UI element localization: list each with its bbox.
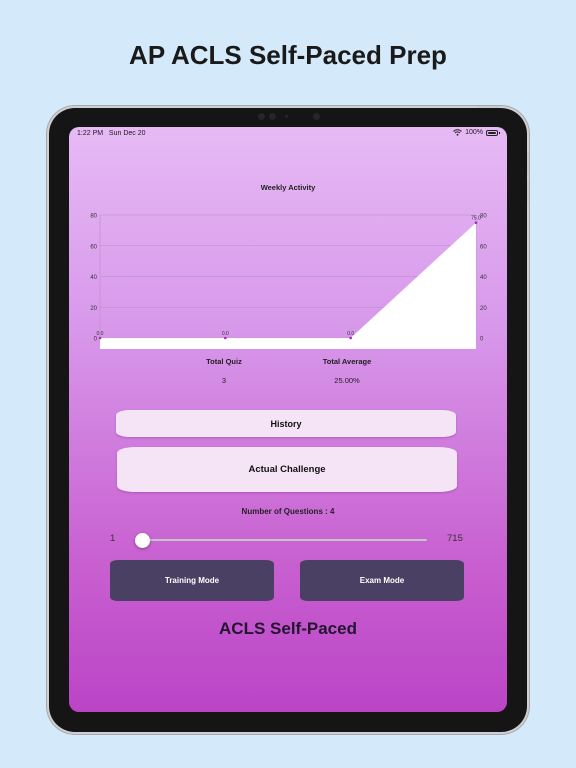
actual-challenge-button[interactable]: Actual Challenge	[117, 447, 457, 492]
number-of-questions-label: Number of Questions : 4	[241, 507, 335, 516]
volume-up-button	[527, 152, 529, 174]
y-tick-left-80: 80	[90, 214, 97, 220]
tablet-frame: 1:22 PM Sun Dec 20 100% Weekly Activity …	[49, 106, 529, 732]
history-button[interactable]: History	[116, 410, 456, 437]
y-tick-right-80: 80	[480, 214, 487, 220]
data-point-3	[474, 221, 478, 224]
camera-flash-icon	[285, 115, 288, 118]
volume-down-button	[527, 180, 529, 202]
total-quiz-value: 3	[221, 376, 227, 385]
data-label-0: 0.0	[97, 331, 104, 337]
app-brand-title: ACLS Self-Paced	[219, 619, 357, 638]
top-button	[477, 106, 499, 108]
weekly-activity-chart: 0 0 20 20 40 40 60 60 80 80 0.0 0.0 0.0 75.0	[90, 214, 487, 349]
camera-sensor-icon	[258, 113, 265, 120]
headline: AP ACLS Self-Paced Prep	[129, 40, 447, 70]
camera-lens-icon	[269, 113, 276, 120]
data-point-0	[98, 336, 102, 340]
y-tick-right-40: 40	[480, 275, 487, 281]
y-tick-left-40: 40	[90, 275, 97, 281]
slider-thumb[interactable]	[134, 532, 150, 548]
total-average-label: Total Average	[322, 357, 372, 366]
data-point-1	[224, 336, 227, 340]
data-label-3: 75.0	[471, 216, 481, 222]
questions-slider[interactable]	[134, 532, 427, 548]
y-tick-left-0: 0	[94, 337, 98, 343]
front-camera-icon	[313, 113, 320, 120]
app-screen: 1:22 PM Sun Dec 20 100% Weekly Activity …	[69, 127, 507, 712]
data-label-2: 0.0	[347, 331, 354, 337]
y-tick-right-0: 0	[480, 337, 484, 343]
y-tick-left-20: 20	[90, 306, 97, 312]
total-average-value: 25.00%	[334, 376, 360, 385]
area-series	[100, 222, 476, 349]
slider-min-label: 1	[110, 533, 116, 544]
y-tick-right-20: 20	[480, 306, 487, 312]
y-tick-right-60: 60	[480, 244, 487, 250]
data-label-1: 0.0	[222, 331, 229, 337]
slider-max-label: 715	[447, 533, 463, 544]
exam-mode-button[interactable]: Exam Mode	[300, 560, 464, 601]
total-quiz-label: Total Quiz	[206, 357, 242, 366]
data-point-2	[349, 336, 352, 340]
training-mode-button[interactable]: Training Mode	[110, 560, 274, 601]
y-tick-left-60: 60	[90, 244, 97, 250]
